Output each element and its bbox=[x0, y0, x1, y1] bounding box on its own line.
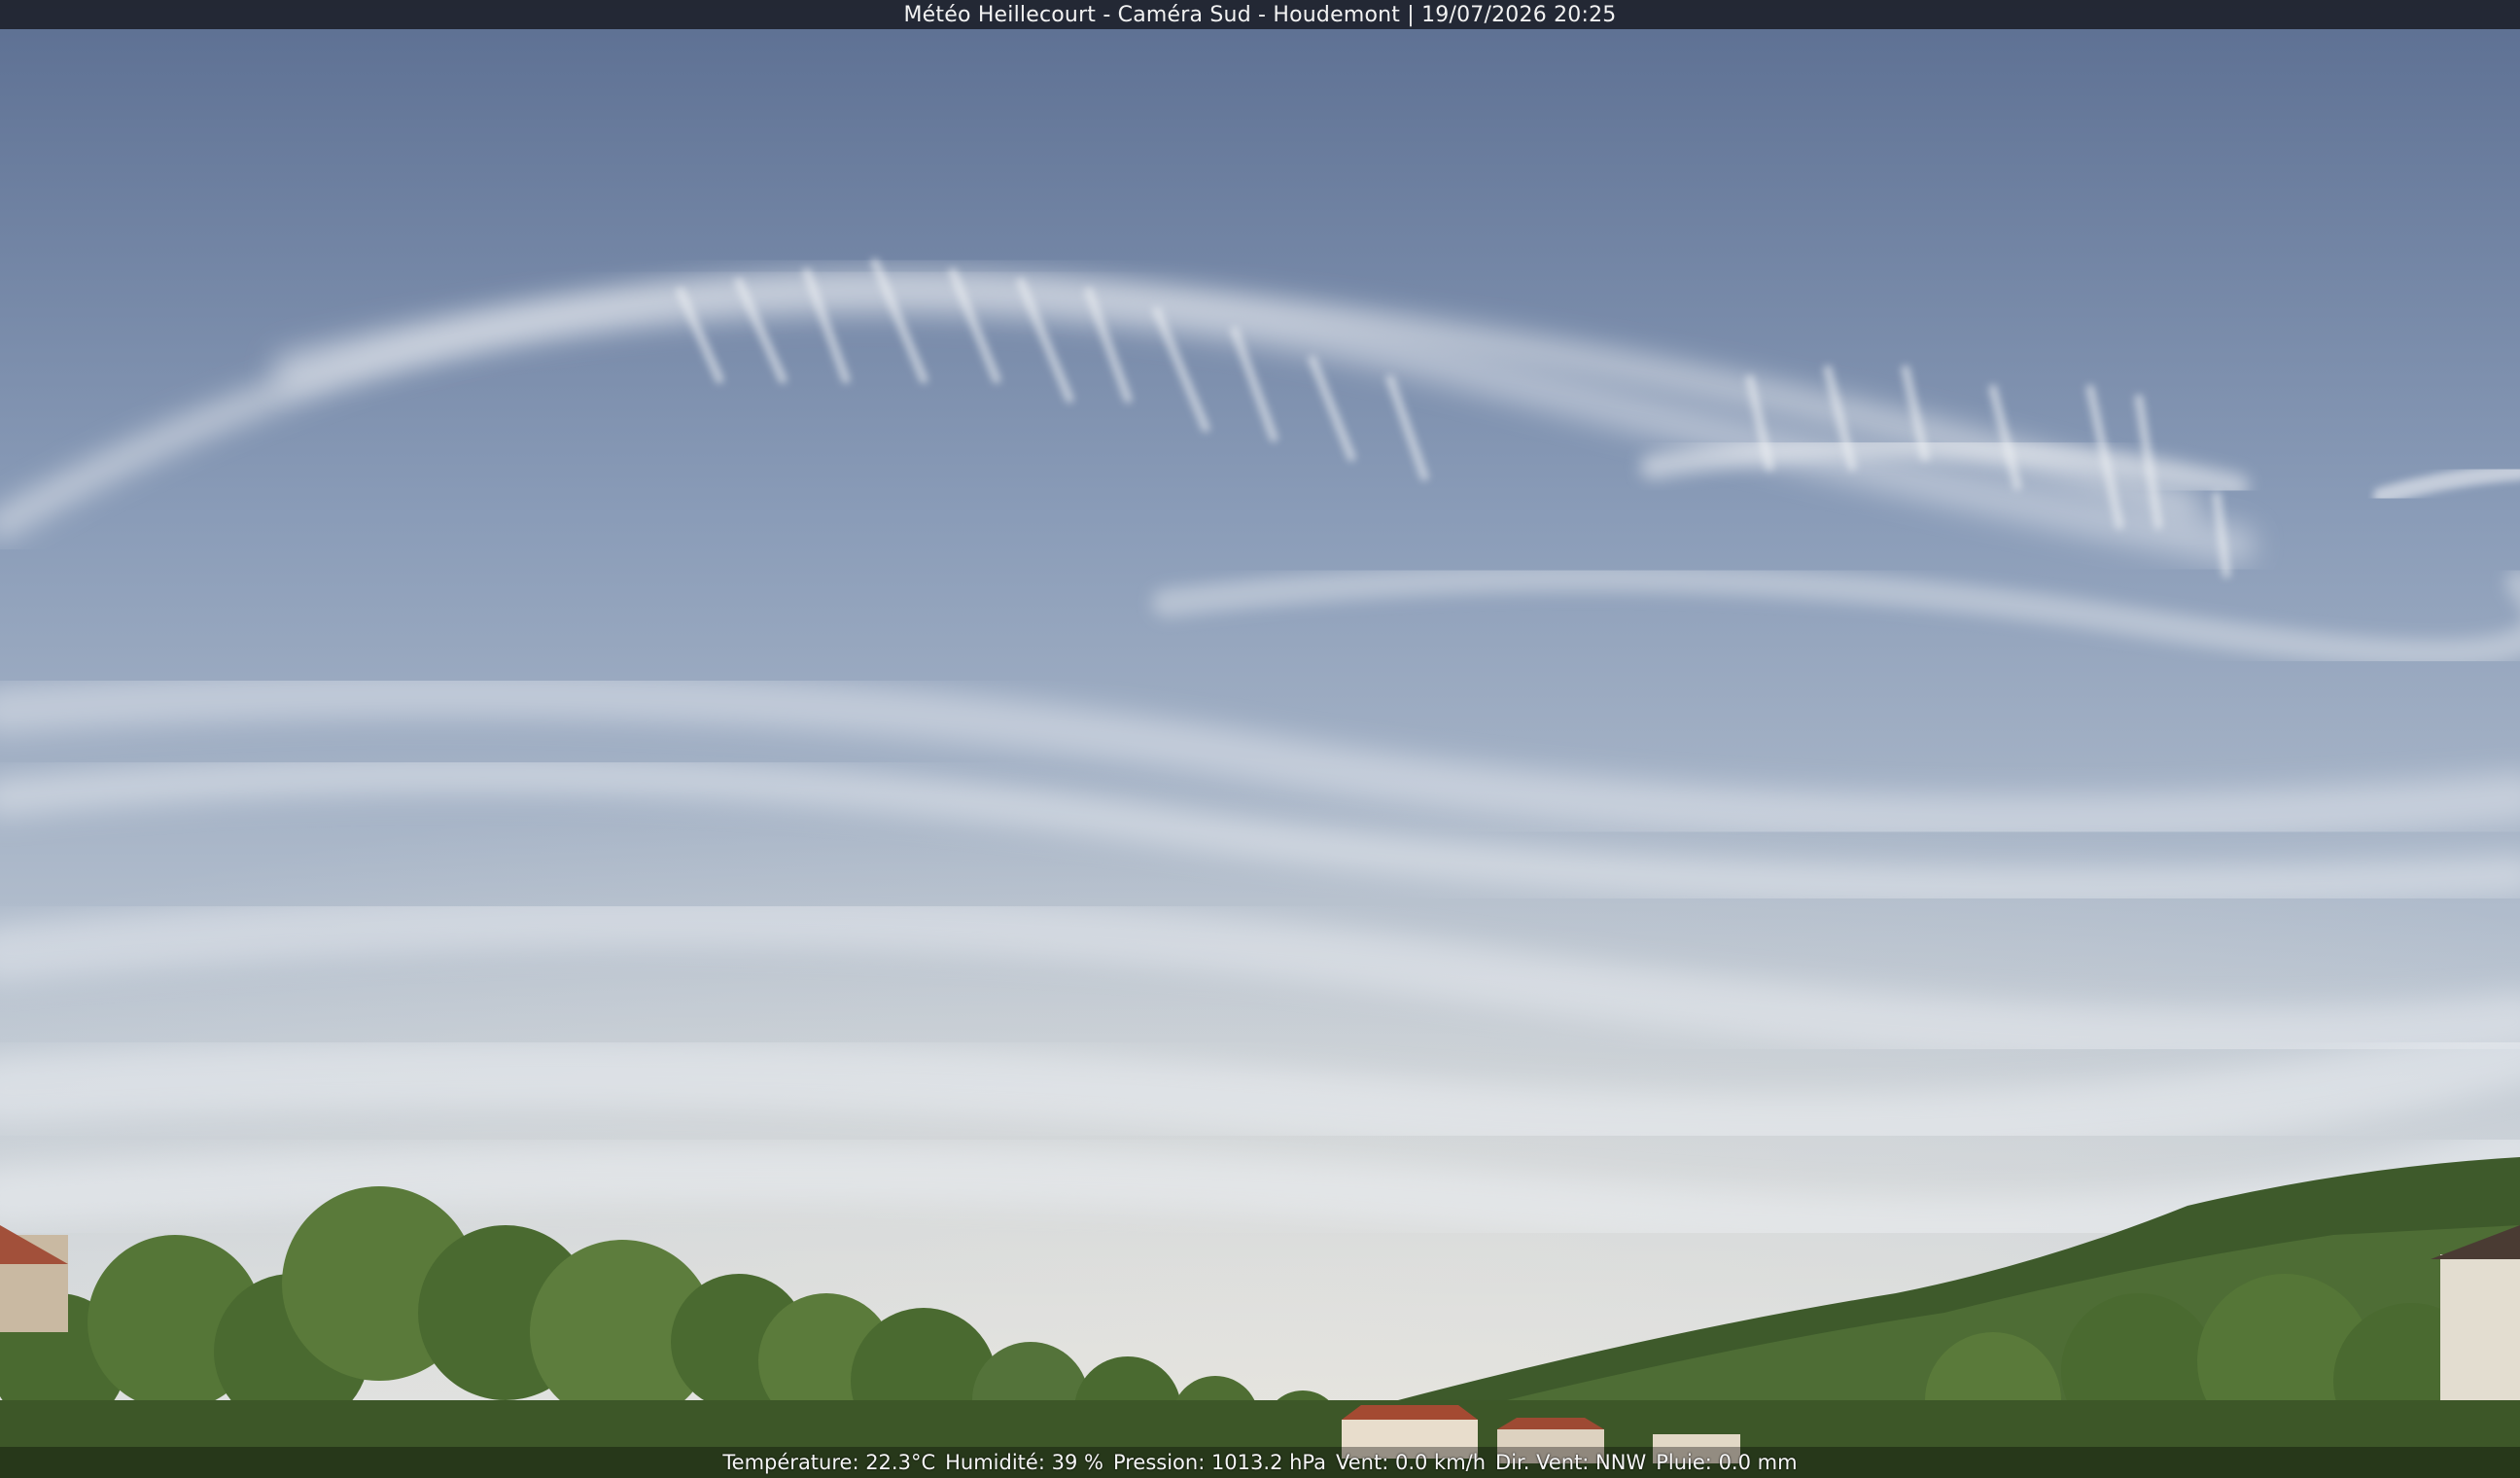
wind-readout: Vent: 0.0 km/h bbox=[1336, 1451, 1487, 1474]
pressure-readout: Pression: 1013.2 hPa bbox=[1112, 1451, 1327, 1474]
webcam-title: Météo Heillecourt - Caméra Sud - Houdemo… bbox=[903, 2, 1617, 27]
wind-direction-readout: Dir. Vent: NNW bbox=[1495, 1451, 1647, 1474]
humidity-readout: Humidité: 39 % bbox=[945, 1451, 1103, 1474]
weather-info-bar: Température: 22.3°C Humidité: 39 % Press… bbox=[0, 1447, 2520, 1478]
rain-readout: Pluie: 0.0 mm bbox=[1656, 1451, 1798, 1474]
temperature-readout: Température: 22.3°C bbox=[722, 1451, 936, 1474]
webcam-sky-scene bbox=[0, 0, 2520, 1478]
webcam-title-bar: Météo Heillecourt - Caméra Sud - Houdemo… bbox=[0, 0, 2520, 29]
